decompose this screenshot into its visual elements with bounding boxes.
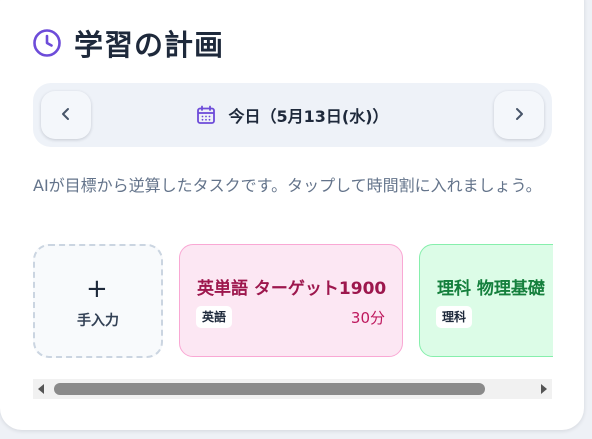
calendar-icon <box>196 105 216 125</box>
study-plan-card: 学習の計画 今日（5月13日(水)） AIが目標から逆算したタスクです。タップし… <box>0 0 584 430</box>
manual-entry-label: 手入力 <box>77 313 119 329</box>
task-card[interactable]: 英単語 ターゲット1900 英語 30分 <box>179 244 403 357</box>
clock-icon <box>32 28 62 58</box>
subject-tag: 英語 <box>196 306 233 328</box>
task-title: 理科 物理基礎 <box>437 279 545 299</box>
plus-icon: + <box>86 274 108 304</box>
manual-entry-button[interactable]: + 手入力 <box>33 244 163 358</box>
plan-description: AIが目標から逆算したタスクです。タップして時間割に入れましょう。 <box>33 176 542 195</box>
task-duration: 30分 <box>350 309 385 327</box>
scroll-left-arrow-icon[interactable] <box>38 384 44 394</box>
scrollbar-thumb[interactable] <box>54 383 485 395</box>
chevron-right-icon <box>512 106 526 125</box>
page-title: 学習の計画 <box>74 28 225 62</box>
task-card[interactable]: 理科 物理基礎 理科 <box>419 244 553 357</box>
header: 学習の計画 <box>32 22 224 64</box>
subject-tag: 理科 <box>436 306 473 328</box>
scroll-right-arrow-icon[interactable] <box>541 384 547 394</box>
task-cards-row[interactable]: + 手入力 英単語 ターゲット1900 英語 30分 理科 物理基礎 理科 <box>33 244 553 358</box>
date-navigator: 今日（5月13日(水)） <box>33 83 552 147</box>
date-display: 今日（5月13日(水)） <box>33 83 552 147</box>
next-day-button[interactable] <box>494 91 544 139</box>
date-label: 今日（5月13日(水)） <box>228 107 389 126</box>
task-title: 英単語 ターゲット1900 <box>197 279 387 299</box>
horizontal-scrollbar[interactable] <box>33 379 552 399</box>
